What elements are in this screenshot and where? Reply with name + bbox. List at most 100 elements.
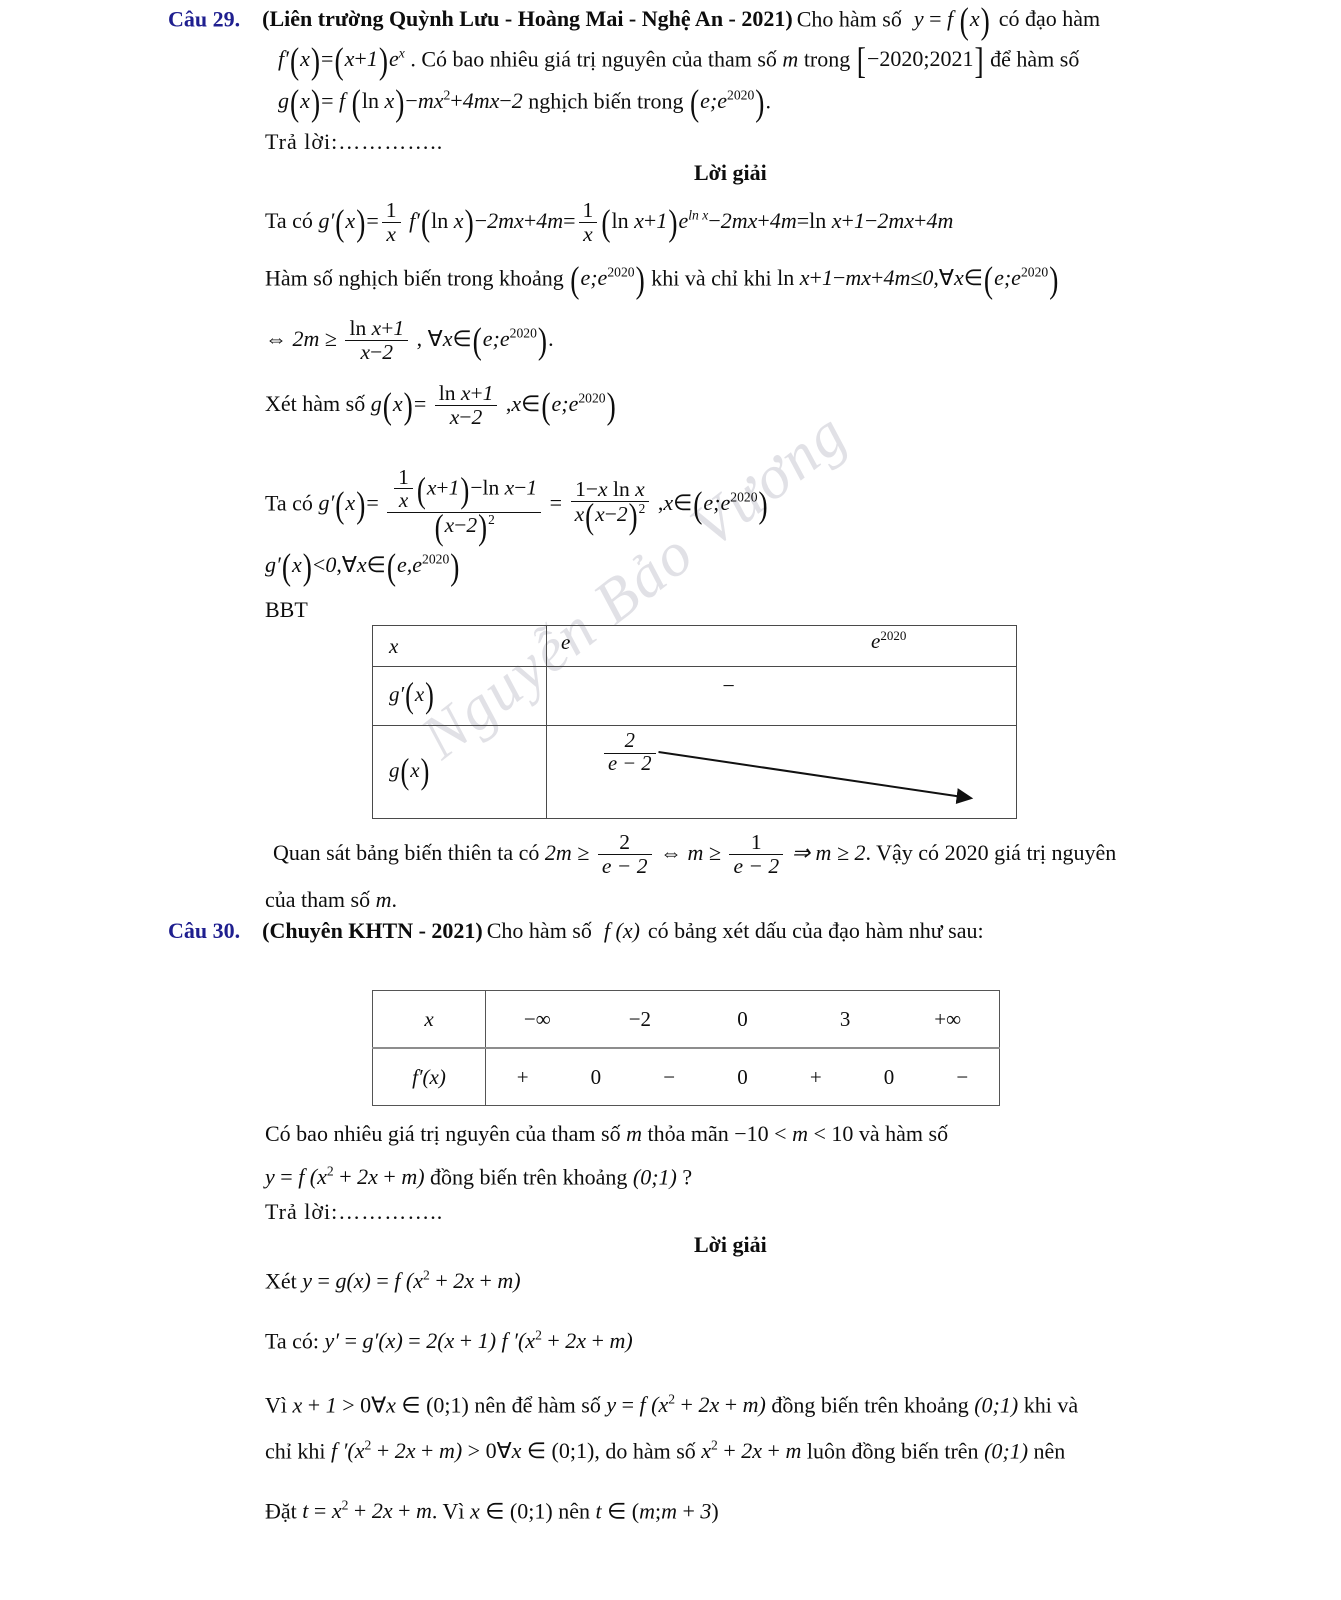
step-5-math: g′(x)= 1 x (x+1)−ln x−1 (x−2)2 = 1−x ln x … xyxy=(318,465,768,548)
q30-text-c: và hàm số xyxy=(858,1121,949,1146)
q30-step-5-c: nên xyxy=(558,1498,590,1524)
conclusion-text-c: giá trị nguyên xyxy=(994,840,1117,866)
question-29-conclusion-line-2: của tham số m. xyxy=(265,887,397,913)
q30-step-3-math-2: y = f (x2 + 2x + m) xyxy=(606,1392,766,1418)
bbt-sign: − xyxy=(721,673,736,698)
q30-step-4-math-2: x2 + 2x + m xyxy=(701,1438,802,1464)
q30-step-4-math-3: (0;1) xyxy=(984,1438,1029,1464)
bbt-row-gprime: g′(x) − xyxy=(372,666,1017,726)
q30-condition: −10 < m < 10 xyxy=(734,1121,854,1146)
q30-text-d: đồng biến trên khoảng xyxy=(430,1164,628,1190)
question-29-derivative: f′(x)=(x+1)ex xyxy=(278,39,405,82)
question-30-solution-heading: Lời giải xyxy=(694,1232,767,1257)
q30-function-expr: y = f (x2 + 2x + m) xyxy=(265,1164,425,1190)
conclusion-end: . xyxy=(391,887,397,912)
step-2-text-a: Hàm số nghịch biến trong khoảng xyxy=(265,265,564,291)
question-30-number: Câu 30. xyxy=(168,918,241,943)
question-29-line-2: f′(x)=(x+1)ex . Có bao nhiêu giá trị ngu… xyxy=(278,39,1338,82)
question-29-param: m xyxy=(782,46,799,72)
question-29-step-5: Ta có g′(x)= 1 x (x+1)−ln x−1 (x−2)2 = 1−x… xyxy=(265,465,769,548)
question-30-body-line-2: y = f (x2 + 2x + m) đồng biến trên khoản… xyxy=(265,1164,692,1190)
q30-step-4-b: , do hàm số xyxy=(594,1438,696,1464)
sign-value-4: + xyxy=(809,1064,822,1089)
bbt-values-g: 2 e − 2 xyxy=(546,725,1017,819)
sign-x-value-1: −2 xyxy=(628,1006,652,1031)
question-29-line-3: g(x)= f (ln x)−mx2+4mx−2 nghịch biến tro… xyxy=(278,81,771,124)
conclusion-math-2: ⇔ m ≥ xyxy=(660,840,721,866)
q30-step-1-prefix: Xét xyxy=(265,1268,297,1294)
conclusion-frac-2: 1 e − 2 xyxy=(729,830,784,878)
step-1-prefix: Ta có xyxy=(265,208,313,234)
question-30-source: (Chuyên KHTN - 2021) xyxy=(262,918,483,943)
q30-step-2-prefix: Ta có: xyxy=(265,1328,320,1354)
question-29-step-3: ⇔ 2m ≥ ln x+1 x−2 , ∀x∈(e;e2020). xyxy=(265,316,554,364)
q30-step-3-d: khi và xyxy=(1023,1392,1079,1418)
q30-param: m xyxy=(626,1121,642,1146)
q30-step-1-math: y = g(x) = f (x2 + 2x + m) xyxy=(302,1268,521,1294)
step-1-math: g′(x)= 1 x f′(ln x)−2mx+4m= 1 x (ln x+1)eln x… xyxy=(318,198,954,246)
conclusion-count: 2020 xyxy=(944,840,989,866)
bbt-label: BBT xyxy=(265,597,308,622)
step-2-domain-1: (e;e2020) xyxy=(570,258,645,301)
question-29-source: (Liên trường Quỳnh Lưu - Hoàng Mai - Ngh… xyxy=(262,6,793,32)
question-29-answer-label: Trả lời:………….. xyxy=(265,129,444,154)
step-4-math: g(x)= ln x+1 x−2 ,x∈(e;e2020) xyxy=(370,381,616,429)
question-29-g-definition: g(x)= f (ln x)−mx2+4mx−2 xyxy=(278,81,523,124)
question-29-conclusion-line-1: Quan sát bảng biến thiên ta có 2m ≥ 2 e … xyxy=(273,830,1333,878)
q30-step-3-math-1: x + 1 > 0∀x ∈ (0;1) xyxy=(292,1392,469,1418)
sign-table-label-fprime: f′(x) xyxy=(372,1047,486,1106)
bbt-x-left: e xyxy=(561,630,571,654)
sign-value-3: 0 xyxy=(737,1064,748,1089)
q30-interval: (0;1) xyxy=(632,1164,677,1190)
step-2-text-b: khi và chỉ khi xyxy=(651,265,772,291)
q30-step-3-a: Vì xyxy=(265,1392,287,1418)
question-29-step-1: Ta có g′(x)= 1 x f′(ln x)−2mx+4m= 1 x (ln x+1… xyxy=(265,198,954,246)
question-29-stem-5: nghịch biến trong xyxy=(528,88,684,114)
q30-step-3-math-3: (0;1) xyxy=(974,1392,1019,1418)
bbt-start-value-den: e − 2 xyxy=(604,752,656,776)
sign-value-2: − xyxy=(663,1064,676,1089)
sign-value-6: − xyxy=(956,1064,969,1089)
question-30-stem: Cho hàm số xyxy=(486,918,592,943)
sign-x-value-2: 0 xyxy=(737,1006,748,1031)
question-30-step-5: Đặt t = x2 + 2x + m. Vì x ∈ (0;1) nên t … xyxy=(265,1498,1325,1524)
q30-step-5-a: Đặt xyxy=(265,1498,297,1524)
question-30-header: Câu 30. (Chuyên KHTN - 2021) Cho hàm số … xyxy=(168,918,1328,944)
sign-table-x-values: −∞ −2 0 3 +∞ xyxy=(485,990,1000,1049)
question-29-stem-4: để hàm số xyxy=(990,46,1080,72)
question-30-stem-b: có bảng xét dấu của đạo hàm như sau: xyxy=(647,918,984,943)
bbt-row-g: g(x) 2 e − 2 xyxy=(372,725,1017,819)
q30-step-4-c: luôn đồng biến trên xyxy=(806,1438,979,1464)
sign-table-sign-row: + 0 − 0 + 0 − xyxy=(486,1049,999,1105)
q30-step-2-math: y′ = g′(x) = 2(x + 1) f ′(x2 + 2x + m) xyxy=(324,1328,633,1354)
step-3-math: ⇔ 2m ≥ ln x+1 x−2 , ∀x∈(e;e2020). xyxy=(265,316,554,364)
sign-x-value-0: −∞ xyxy=(523,1006,551,1031)
sign-value-1: 0 xyxy=(590,1064,602,1089)
conclusion-frac-2-den: e − 2 xyxy=(729,853,784,878)
variation-table-bbt: x e e2020 g′(x) − g(x) 2 e − 2 xyxy=(372,625,1017,819)
q30-step-4-math-1: f ′(x2 + 2x + m) > 0∀x ∈ (0;1) xyxy=(331,1438,595,1464)
bbt-label-g: g(x) xyxy=(372,725,547,819)
sign-x-value-4: +∞ xyxy=(934,1006,962,1031)
conclusion-param: m xyxy=(375,887,392,912)
sign-table-row-x: x −∞ −2 0 3 +∞ xyxy=(372,990,1000,1049)
conclusion-math-3: ⇒ m ≥ 2 xyxy=(791,840,866,866)
question-30-function: f (x) xyxy=(603,918,640,943)
conclusion-frac-2-num: 1 xyxy=(750,830,762,854)
sign-table-x-row: −∞ −2 0 3 +∞ xyxy=(486,991,999,1047)
question-30-step-1: Xét y = g(x) = f (x2 + 2x + m) xyxy=(265,1268,521,1294)
q30-text-a: Có bao nhiêu giá trị nguyên của tham số xyxy=(265,1121,621,1146)
q30-step-4-a: chỉ khi xyxy=(265,1438,326,1464)
conclusion-text-d: của tham số xyxy=(265,887,371,912)
bbt-x-right: e2020 xyxy=(871,628,907,653)
bbt-label-x: x xyxy=(372,625,547,667)
question-30-step-3: Vì x + 1 > 0∀x ∈ (0;1) nên để hàm số y =… xyxy=(265,1392,1325,1418)
sign-x-value-3: 3 xyxy=(839,1006,851,1031)
q30-text-e: ? xyxy=(682,1164,693,1190)
bbt-values-x: e e2020 xyxy=(546,625,1017,667)
step-6-math: g′(x)<0,∀x∈(e,e2020) xyxy=(265,545,460,588)
sign-value-0: + xyxy=(516,1064,529,1089)
q30-step-5-math-1: t = x2 + 2x + m xyxy=(302,1498,432,1524)
sign-table-sign-values: + 0 − 0 + 0 − xyxy=(485,1047,1000,1106)
question-30-step-2: Ta có: y′ = g′(x) = 2(x + 1) f ′(x2 + 2x… xyxy=(265,1328,633,1354)
